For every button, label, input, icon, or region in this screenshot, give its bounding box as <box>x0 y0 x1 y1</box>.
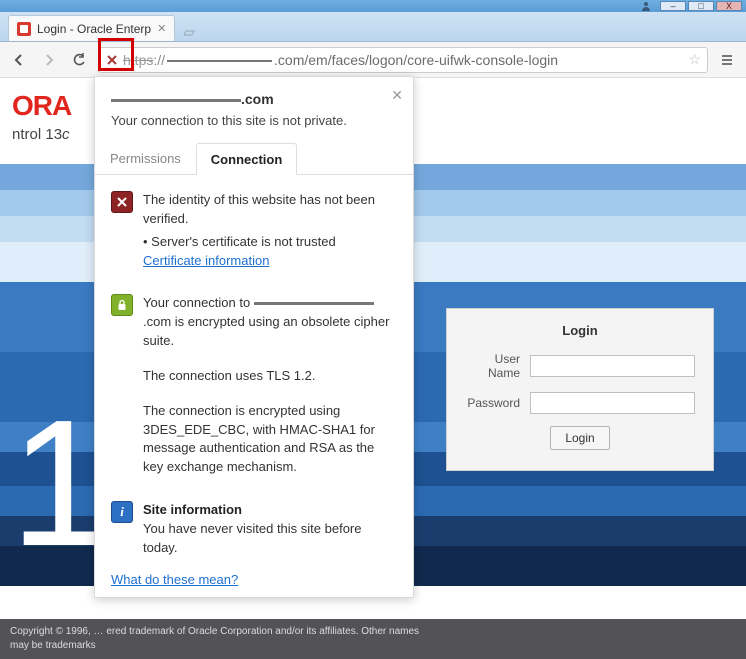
popover-subtitle: Your connection to this site is not priv… <box>111 113 397 128</box>
redacted-host <box>254 302 374 305</box>
chrome-menu-button[interactable] <box>716 49 738 71</box>
window-titlebar: – □ X <box>0 0 746 12</box>
alert-icon <box>111 191 133 213</box>
redacted-host <box>111 99 241 102</box>
username-input[interactable] <box>530 355 695 377</box>
new-tab-button[interactable] <box>181 25 199 41</box>
forward-button <box>38 49 60 71</box>
tab-title: Login - Oracle Enterp <box>37 22 151 36</box>
user-icon <box>640 1 652 11</box>
what-do-these-mean-link[interactable]: What do these mean? <box>111 572 238 587</box>
redacted-host <box>167 60 272 62</box>
tab-permissions[interactable]: Permissions <box>95 142 196 174</box>
browser-tabstrip: Login - Oracle Enterp ✕ <box>0 12 746 42</box>
lock-icon <box>111 294 133 316</box>
login-title: Login <box>465 323 695 338</box>
back-button[interactable] <box>8 49 30 71</box>
close-tab-icon[interactable]: ✕ <box>157 22 166 35</box>
insecure-lock-icon[interactable] <box>105 53 119 67</box>
connection-info-popover: ✕ .com Your connection to this site is n… <box>94 76 414 598</box>
bookmark-star-icon[interactable]: ☆ <box>688 51 701 68</box>
encryption-p1: Your connection to .com is encrypted usi… <box>143 294 397 351</box>
password-label: Password <box>465 396 520 410</box>
certificate-info-link[interactable]: Certificate information <box>143 253 269 268</box>
maximize-button[interactable]: □ <box>688 1 714 11</box>
url-text: https://.com/em/faces/logon/core-uifwk-c… <box>123 52 558 68</box>
address-bar[interactable]: https://.com/em/faces/logon/core-uifwk-c… <box>98 47 708 73</box>
popover-close-icon[interactable]: ✕ <box>391 87 403 104</box>
identity-text: The identity of this website has not bee… <box>143 191 397 229</box>
username-label: User Name <box>465 352 520 380</box>
siteinfo-body: You have never visited this site before … <box>143 520 397 558</box>
identity-bullet: • Server's certificate is not trusted <box>143 233 397 252</box>
info-icon: i <box>111 501 133 523</box>
siteinfo-title: Site information <box>143 501 397 520</box>
browser-tab[interactable]: Login - Oracle Enterp ✕ <box>8 15 175 41</box>
password-input[interactable] <box>530 392 695 414</box>
favicon-icon <box>17 22 31 36</box>
close-window-button[interactable]: X <box>716 1 742 11</box>
login-button[interactable]: Login <box>550 426 609 450</box>
encryption-p3: The connection is encrypted using 3DES_E… <box>143 402 397 477</box>
encryption-p2: The connection uses TLS 1.2. <box>143 367 397 386</box>
minimize-button[interactable]: – <box>660 1 686 11</box>
popover-tabs: Permissions Connection <box>95 142 413 175</box>
tab-connection[interactable]: Connection <box>196 143 298 175</box>
reload-button[interactable] <box>68 49 90 71</box>
page-footer: Copyright © 1996, … ered trademark of Or… <box>0 619 746 659</box>
popover-host: .com <box>111 91 397 107</box>
login-panel: Login User Name Password Login <box>446 308 714 471</box>
browser-toolbar: https://.com/em/faces/logon/core-uifwk-c… <box>0 42 746 78</box>
